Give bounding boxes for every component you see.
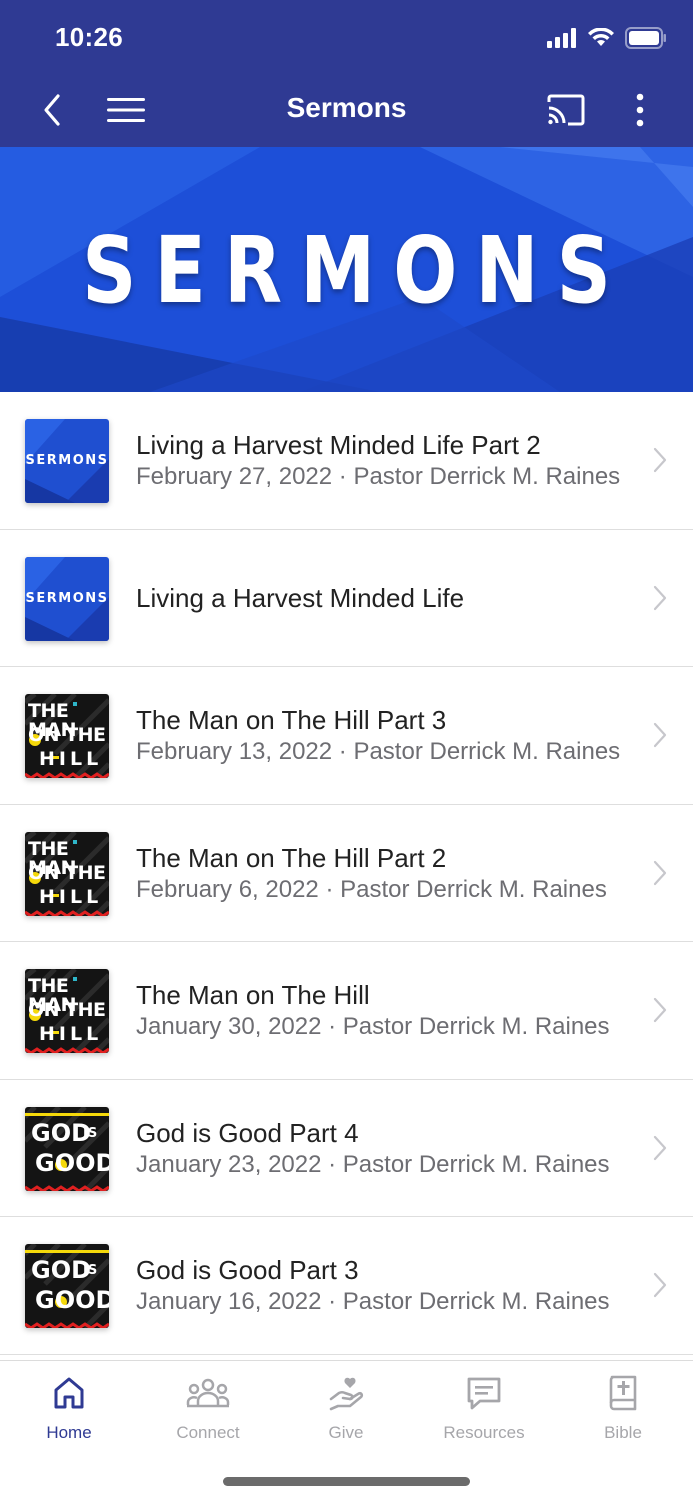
sermon-title: God is Good Part 4: [136, 1117, 359, 1148]
sermon-row[interactable]: THE MAN ON THE HILL The Man on The Hill …: [0, 805, 693, 942]
chevron-right-icon: [653, 997, 667, 1023]
wifi-icon: [588, 28, 614, 46]
chevron-right-icon: [653, 722, 667, 748]
sermon-list: SERMONS Living a Harvest Minded Life Par…: [0, 392, 693, 1355]
tab-resources[interactable]: Resources: [415, 1371, 553, 1451]
thumbnail-line: HILL: [39, 748, 103, 770]
sermon-thumbnail-man-on-the-hill: THE MAN ON THE HILL: [25, 969, 109, 1053]
status-time: 10:26: [55, 22, 123, 52]
sermon-row[interactable]: THE MAN ON THE HILL The Man on The Hill …: [0, 942, 693, 1080]
cast-button[interactable]: [544, 84, 588, 136]
thumbnail-line: ON THE: [28, 724, 106, 746]
sermon-subtitle: February 6, 2022 · Pastor Derrick M. Rai…: [136, 875, 607, 903]
sermon-row[interactable]: GOD IS GOOD God is Good Part 3 January 1…: [0, 1217, 693, 1355]
sermon-thumbnail-god-is-good: GOD IS GOOD: [25, 1244, 109, 1328]
nav-title: Sermons: [286, 92, 407, 123]
sermon-row[interactable]: GOD IS GOOD God is Good Part 4 January 2…: [0, 1080, 693, 1217]
chevron-right-icon: [653, 1135, 667, 1160]
sermon-thumbnail-god-is-good: GOD IS GOOD: [25, 1106, 109, 1191]
bible-icon: [609, 1375, 637, 1411]
sermon-title: Living a Harvest Minded Life: [136, 582, 465, 613]
chevron-right-icon: [653, 585, 667, 610]
thumbnail-line: ON THE: [28, 999, 106, 1021]
sermon-subtitle: February 13, 2022 · Pastor Derrick M. Ra…: [136, 738, 621, 765]
tab-label: Connect: [176, 1423, 240, 1442]
sermon-thumbnail-man-on-the-hill: THE MAN ON THE HILL: [25, 831, 109, 916]
sermon-title: Living a Harvest Minded Life Part 2: [136, 430, 541, 460]
sermon-row[interactable]: SERMONS Living a Harvest Minded Life: [0, 530, 693, 667]
tab-bible[interactable]: Bible: [554, 1371, 692, 1451]
chevron-right-icon: [653, 860, 667, 885]
top-bar: 10:26 Sermons: [0, 0, 693, 147]
sermon-thumbnail-sermons: SERMONS: [25, 556, 109, 641]
thumbnail-line: ON THE: [28, 861, 106, 884]
thumbnail-label: SERMONS: [25, 453, 109, 468]
home-indicator[interactable]: [223, 1477, 470, 1486]
thumbnail-line: GOOD: [35, 1286, 109, 1314]
tab-label: Home: [46, 1423, 92, 1442]
sermon-title: God is Good Part 3: [136, 1255, 359, 1285]
tab-give[interactable]: Give: [277, 1371, 415, 1451]
thumbnail-line: HILL: [39, 885, 103, 908]
thumbnail-line: GOOD: [35, 1148, 109, 1177]
sermon-row[interactable]: THE MAN ON THE HILL The Man on The Hill …: [0, 667, 693, 805]
give-heart-hand-icon: [329, 1377, 364, 1411]
sermon-title: The Man on The Hill Part 2: [136, 842, 447, 873]
tab-label: Bible: [604, 1423, 642, 1442]
chevron-right-icon: [653, 1272, 667, 1298]
cast-icon: [547, 94, 585, 126]
cellular-signal-icon: [547, 28, 576, 48]
sermon-title: The Man on The Hill: [136, 980, 370, 1010]
sermon-title: The Man on The Hill Part 3: [136, 705, 447, 735]
chat-bubble-icon: [467, 1377, 501, 1410]
more-vertical-icon: [636, 93, 644, 127]
thumbnail-label: SERMONS: [25, 590, 109, 606]
sermon-thumbnail-sermons: SERMONS: [25, 419, 109, 503]
tab-label: Resources: [443, 1423, 525, 1442]
sermon-row[interactable]: SERMONS Living a Harvest Minded Life Par…: [0, 392, 693, 530]
battery-icon: [625, 27, 666, 49]
sermon-subtitle: February 27, 2022 · Pastor Derrick M. Ra…: [136, 463, 621, 490]
more-options-button[interactable]: [626, 84, 654, 136]
sermons-banner: SERMONS: [0, 147, 693, 392]
tab-label: Give: [328, 1423, 364, 1442]
tab-connect[interactable]: Connect: [139, 1371, 277, 1451]
tab-home[interactable]: Home: [0, 1371, 138, 1451]
sermon-subtitle: January 23, 2022 · Pastor Derrick M. Rai…: [136, 1150, 610, 1178]
thumbnail-line: IS: [83, 1125, 98, 1141]
sermon-subtitle: January 16, 2022 · Pastor Derrick M. Rai…: [136, 1288, 610, 1315]
sermon-thumbnail-man-on-the-hill: THE MAN ON THE HILL: [25, 694, 109, 778]
people-icon: [186, 1378, 230, 1408]
status-icons: [547, 26, 667, 50]
thumbnail-line: HILL: [39, 1023, 103, 1045]
banner-title: SERMONS: [82, 217, 629, 324]
sermon-subtitle: January 30, 2022 · Pastor Derrick M. Rai…: [136, 1013, 610, 1040]
home-icon: [54, 1377, 84, 1409]
thumbnail-line: IS: [83, 1263, 98, 1278]
chevron-right-icon: [653, 447, 667, 473]
